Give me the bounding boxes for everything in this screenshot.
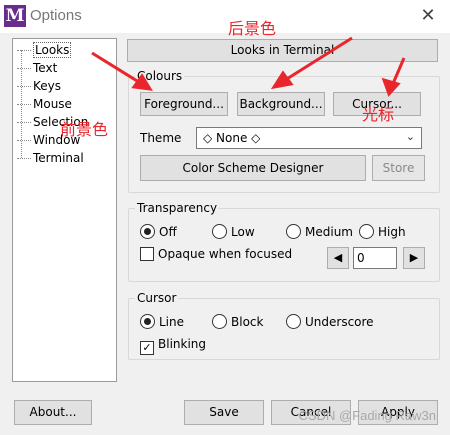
- foreground-arrow: [91, 51, 143, 86]
- foreground-arrowhead: [131, 73, 153, 91]
- annotation-cursor: 光标: [362, 105, 395, 124]
- background-arrowhead: [270, 70, 294, 90]
- annotation-arrows: [91, 36, 406, 97]
- watermark: CSDN @Fading Raw3n: [298, 408, 436, 423]
- background-arrow: [281, 36, 353, 84]
- annotation-background: 后景色: [228, 19, 277, 38]
- annotation-foreground: 前景色: [60, 120, 109, 139]
- cursor-arrowhead: [381, 77, 401, 97]
